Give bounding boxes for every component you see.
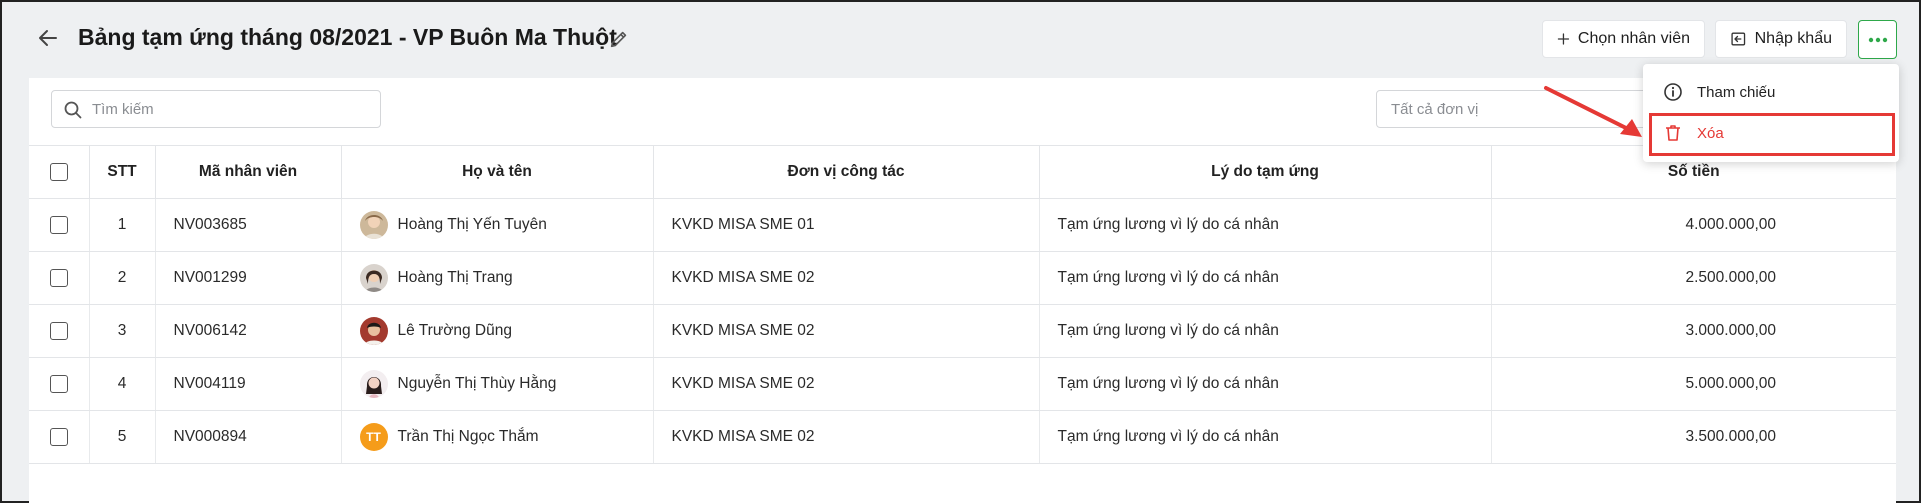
column-header-employee-code[interactable]: Mã nhân viên bbox=[155, 145, 342, 199]
cell-amount: 3.500.000,00 bbox=[1491, 410, 1896, 464]
table-row[interactable]: 4 NV004119 Nguyễn Thị Thùy Hằng KVKD MIS… bbox=[29, 357, 1896, 411]
page-title: Bảng tạm ứng tháng 08/2021 - VP Buôn Ma … bbox=[78, 24, 617, 50]
annotation-arrow-icon bbox=[1544, 86, 1642, 137]
row-checkbox-cell bbox=[29, 304, 90, 358]
cell-stt: 4 bbox=[89, 357, 156, 411]
choose-employee-label: Chọn nhân viên bbox=[1577, 30, 1690, 47]
cell-unit: KVKD MISA SME 02 bbox=[653, 304, 1040, 358]
table-row[interactable]: 2 NV001299 Hoàng Thị Trang KVKD MISA SME… bbox=[29, 251, 1896, 305]
cell-employee-code: NV000894 bbox=[155, 410, 342, 464]
row-checkbox-cell bbox=[29, 357, 90, 411]
select-all-cell bbox=[29, 145, 90, 199]
employee-name: Hoàng Thị Yến Tuyên bbox=[397, 216, 547, 233]
name-wrap: Lê Trường Dũng bbox=[359, 317, 653, 345]
menu-item-reference-label: Tham chiếu bbox=[1697, 83, 1776, 101]
table-header-row: STT Mã nhân viên Họ và tên Đơn vị công t… bbox=[29, 145, 1896, 199]
menu-item-reference[interactable]: Tham chiếu bbox=[1643, 72, 1899, 112]
avatar bbox=[359, 317, 388, 345]
column-header-reason[interactable]: Lý do tạm ứng bbox=[1039, 145, 1492, 199]
cell-employee-code: NV001299 bbox=[155, 251, 342, 305]
cell-amount: 4.000.000,00 bbox=[1491, 198, 1896, 252]
cell-unit: KVKD MISA SME 02 bbox=[653, 251, 1040, 305]
cell-amount: 2.500.000,00 bbox=[1491, 251, 1896, 305]
page-header: Bảng tạm ứng tháng 08/2021 - VP Buôn Ma … bbox=[2, 2, 1919, 76]
avatar bbox=[359, 370, 388, 398]
cell-reason: Tạm ứng lương vì lý do cá nhân bbox=[1039, 198, 1492, 252]
cell-amount: 5.000.000,00 bbox=[1491, 357, 1896, 411]
row-checkbox-cell bbox=[29, 251, 90, 305]
cell-unit: KVKD MISA SME 02 bbox=[653, 410, 1040, 464]
row-checkbox[interactable] bbox=[49, 427, 68, 446]
cell-reason: Tạm ứng lương vì lý do cá nhân bbox=[1039, 410, 1492, 464]
back-arrow-icon[interactable] bbox=[36, 26, 60, 50]
cell-full-name: Nguyễn Thị Thùy Hằng bbox=[341, 357, 654, 411]
more-dots-icon bbox=[1868, 37, 1887, 42]
cell-unit: KVKD MISA SME 01 bbox=[653, 198, 1040, 252]
table-row[interactable]: 5 NV000894 TT Trần Thị Ngọc Thắm KVKD MI… bbox=[29, 410, 1896, 464]
cell-reason: Tạm ứng lương vì lý do cá nhân bbox=[1039, 357, 1492, 411]
row-checkbox[interactable] bbox=[49, 321, 68, 340]
row-checkbox[interactable] bbox=[49, 268, 68, 287]
avatar bbox=[359, 264, 388, 292]
plus-icon bbox=[1557, 33, 1570, 45]
row-checkbox-cell bbox=[29, 410, 90, 464]
cell-full-name: Hoàng Thị Trang bbox=[341, 251, 654, 305]
row-checkbox-cell bbox=[29, 198, 90, 252]
more-options-button[interactable] bbox=[1858, 20, 1897, 59]
employee-name: Trần Thị Ngọc Thắm bbox=[397, 428, 539, 445]
cell-full-name: Lê Trường Dũng bbox=[341, 304, 654, 358]
name-wrap: Hoàng Thị Trang bbox=[359, 264, 653, 292]
employee-name: Lê Trường Dũng bbox=[397, 322, 512, 339]
employee-name: Nguyễn Thị Thùy Hằng bbox=[397, 375, 557, 392]
cell-amount: 3.000.000,00 bbox=[1491, 304, 1896, 358]
cell-employee-code: NV004119 bbox=[155, 357, 342, 411]
row-checkbox[interactable] bbox=[49, 374, 68, 393]
cell-stt: 3 bbox=[89, 304, 156, 358]
import-label: Nhập khẩu bbox=[1754, 30, 1832, 47]
app-frame: Bảng tạm ứng tháng 08/2021 - VP Buôn Ma … bbox=[0, 0, 1921, 503]
column-header-full-name[interactable]: Họ và tên bbox=[341, 145, 654, 199]
table-row[interactable]: 3 NV006142 Lê Trường Dũng KVKD MISA SME … bbox=[29, 304, 1896, 358]
choose-employee-button[interactable]: Chọn nhân viên bbox=[1542, 20, 1705, 58]
name-wrap: Nguyễn Thị Thùy Hằng bbox=[359, 370, 653, 398]
unit-filter-placeholder: Tất cả đơn vị bbox=[1391, 100, 1479, 118]
search-box bbox=[51, 90, 381, 128]
name-wrap: TT Trần Thị Ngọc Thắm bbox=[359, 423, 653, 451]
avatar-initials: TT bbox=[359, 423, 388, 451]
edit-pencil-icon[interactable] bbox=[608, 28, 630, 50]
select-all-checkbox[interactable] bbox=[49, 162, 68, 181]
import-button[interactable]: Nhập khẩu bbox=[1715, 20, 1847, 58]
cell-stt: 1 bbox=[89, 198, 156, 252]
cell-stt: 2 bbox=[89, 251, 156, 305]
table-row[interactable]: 1 NV003685 Hoàng Thị Yến Tuyên KVKD MISA… bbox=[29, 198, 1896, 252]
name-wrap: Hoàng Thị Yến Tuyên bbox=[359, 211, 653, 239]
cell-reason: Tạm ứng lương vì lý do cá nhân bbox=[1039, 304, 1492, 358]
delete-highlight-box bbox=[1649, 113, 1895, 156]
search-input[interactable] bbox=[92, 99, 372, 119]
advance-table: STT Mã nhân viên Họ và tên Đơn vị công t… bbox=[29, 145, 1896, 464]
cell-employee-code: NV003685 bbox=[155, 198, 342, 252]
search-icon bbox=[64, 101, 82, 119]
row-checkbox[interactable] bbox=[49, 215, 68, 234]
column-header-unit[interactable]: Đơn vị công tác bbox=[653, 145, 1040, 199]
cell-full-name: Hoàng Thị Yến Tuyên bbox=[341, 198, 654, 252]
cell-reason: Tạm ứng lương vì lý do cá nhân bbox=[1039, 251, 1492, 305]
cell-stt: 5 bbox=[89, 410, 156, 464]
cell-employee-code: NV006142 bbox=[155, 304, 342, 358]
info-icon bbox=[1664, 83, 1682, 101]
cell-unit: KVKD MISA SME 02 bbox=[653, 357, 1040, 411]
cell-full-name: TT Trần Thị Ngọc Thắm bbox=[341, 410, 654, 464]
column-header-stt[interactable]: STT bbox=[89, 145, 156, 199]
import-icon bbox=[1731, 32, 1746, 46]
avatar bbox=[359, 211, 388, 239]
employee-name: Hoàng Thị Trang bbox=[397, 269, 513, 286]
